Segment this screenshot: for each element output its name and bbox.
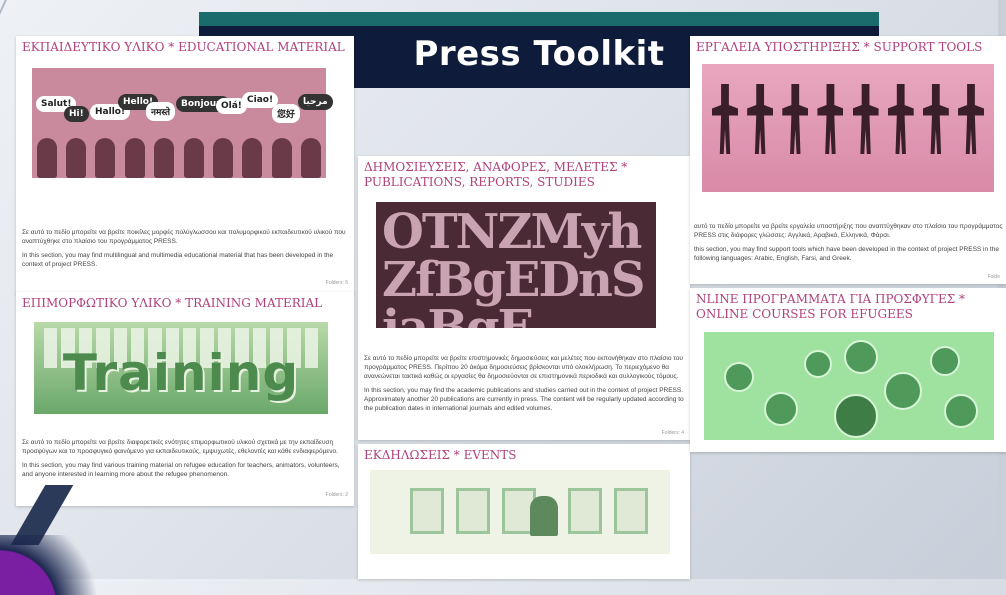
folder-count: Folders: 2 (325, 492, 348, 498)
description-english: this section, you may find support tools… (694, 246, 999, 262)
educational-material-image[interactable]: Salut! Hi! Hallo! Hello! नमस्ते Bonjour!… (32, 68, 333, 178)
description-greek: Σε αυτό το πεδίο μπορείτε να βρείτε διαφ… (22, 439, 338, 455)
events-image[interactable] (370, 470, 670, 554)
app-icon-circle (884, 372, 922, 410)
gallery-frame (456, 488, 490, 534)
online-courses-card[interactable]: NLINE ΠΡΟΓΡΑΜΜΑΤΑ ΓΙΑ ΠΡΟΣΦΥΓΕΣ * ONLINE… (690, 288, 1006, 452)
card-heading[interactable]: ΔΗΜΟΣΙΕΥΣΕΙΣ, ΑΝΑΦΟΡΕΣ, ΜΕΛΕΤΕΣ * PUBLIC… (358, 156, 690, 190)
online-courses-image[interactable] (704, 332, 994, 440)
letterpress-word-art: OTNZMyhZfBgEDnSiaBgE (382, 204, 646, 328)
training-material-image[interactable]: Training (34, 322, 328, 414)
faces-illustration (32, 108, 326, 178)
banner-accent-strip (199, 12, 879, 26)
card-heading[interactable]: ΕΡΓΑΛΕΙΑ ΥΠΟΣΤΗΡΙΞΗΣ * SUPPORT TOOLS (690, 36, 1006, 55)
card-description: αυτό το πεδίο μπορείτε να βρείτε εργαλεί… (694, 222, 1004, 268)
card-heading[interactable]: ΕΚΔΗΛΩΣΕΙΣ * EVENTS (358, 444, 690, 463)
visitor-figure (530, 496, 558, 536)
support-tools-image[interactable] (702, 64, 994, 192)
training-word-art: Training (62, 344, 300, 402)
gallery-frame (614, 488, 648, 534)
folder-count: Folders: 4 (661, 430, 684, 436)
events-card[interactable]: ΕΚΔΗΛΩΣΕΙΣ * EVENTS (358, 444, 690, 579)
app-icon-circle (944, 394, 978, 428)
card-description: Σε αυτό το πεδίο μπορείτε να βρείτε διαφ… (22, 438, 348, 484)
app-icon-circle (930, 346, 960, 376)
description-greek: Σε αυτό το πεδίο μπορείτε να βρείτε ποικ… (22, 229, 346, 245)
publications-image[interactable]: OTNZMyhZfBgEDnSiaBgE (376, 202, 656, 328)
app-icon-circle (834, 394, 878, 438)
card-description: Σε αυτό το πεδίο μπορείτε να βρείτε επισ… (364, 354, 684, 418)
app-icon-circle (844, 340, 878, 374)
folder-count: Folders: 5 (325, 280, 348, 286)
decorative-corner (0, 535, 120, 595)
publications-card[interactable]: ΔΗΜΟΣΙΕΥΣΕΙΣ, ΑΝΑΦΟΡΕΣ, ΜΕΛΕΤΕΣ * PUBLIC… (358, 156, 690, 440)
description-greek: αυτό το πεδίο μπορείτε να βρείτε εργαλεί… (694, 223, 1003, 239)
description-greek: Σε αυτό το πεδίο μπορείτε να βρείτε επισ… (364, 355, 683, 380)
gallery-frame (568, 488, 602, 534)
description-english: In this section, you may find multilingu… (22, 252, 334, 268)
card-heading[interactable]: ΕΚΠΑΙΔΕΥΤΙΚΟ ΥΛΙΚΟ * EDUCATIONAL MATERIA… (16, 36, 354, 55)
card-description: Σε αυτό το πεδίο μπορείτε να βρείτε ποικ… (22, 228, 348, 274)
description-english: In this section, you may find various tr… (22, 462, 340, 478)
app-icon-circle (804, 350, 832, 378)
app-icon-circle (764, 392, 798, 426)
educational-material-card[interactable]: ΕΚΠΑΙΔΕΥΤΙΚΟ ΥΛΙΚΟ * EDUCATIONAL MATERIA… (16, 36, 354, 294)
support-tools-card[interactable]: ΕΡΓΑΛΕΙΑ ΥΠΟΣΤΗΡΙΞΗΣ * SUPPORT TOOLS αυτ… (690, 36, 1006, 284)
card-heading[interactable]: NLINE ΠΡΟΓΡΑΜΜΑΤΑ ΓΙΑ ΠΡΟΣΦΥΓΕΣ * ONLINE… (690, 288, 1006, 322)
greeting-bubble: Ciao! (242, 92, 279, 108)
gallery-frame (410, 488, 444, 534)
description-english: In this section, you may find the academ… (364, 387, 684, 412)
folder-count: Folde (987, 274, 1000, 280)
paper-chain-illustration (712, 84, 984, 154)
training-material-card[interactable]: ΕΠΙΜΟΡΦΩΤΙΚΟ ΥΛΙΚΟ * TRAINING MATERIAL T… (16, 292, 354, 506)
card-heading[interactable]: ΕΠΙΜΟΡΦΩΤΙΚΟ ΥΛΙΚΟ * TRAINING MATERIAL (16, 292, 354, 311)
app-icon-circle (724, 362, 754, 392)
